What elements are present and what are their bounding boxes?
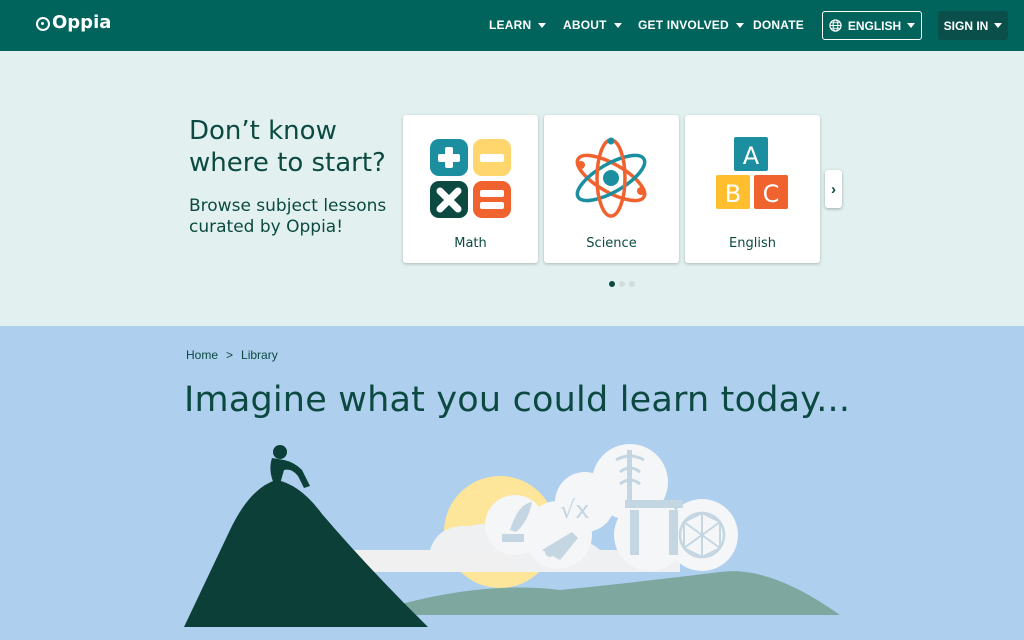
caret-down-icon bbox=[735, 22, 744, 28]
caret-down-icon bbox=[613, 22, 622, 28]
svg-text:A: A bbox=[743, 142, 760, 170]
sign-in-button[interactable]: SIGN IN bbox=[938, 11, 1008, 40]
math-symbols-icon bbox=[430, 139, 511, 218]
logo-text: Oppia bbox=[52, 12, 112, 33]
abc-blocks-icon: A B C bbox=[716, 137, 788, 209]
subject-card-label: Math bbox=[454, 236, 487, 251]
nav-learn-label: LEARN bbox=[489, 18, 532, 32]
svg-text:B: B bbox=[725, 180, 741, 208]
page-title: Imagine what you could learn today... bbox=[184, 380, 851, 420]
subject-card-label: English bbox=[729, 236, 776, 251]
carousel-dots bbox=[609, 281, 635, 287]
svg-text:C: C bbox=[763, 180, 780, 208]
atom-icon bbox=[575, 137, 647, 218]
nav-about-label: ABOUT bbox=[563, 18, 607, 32]
nav-learn[interactable]: LEARN bbox=[489, 18, 547, 32]
subject-card-science[interactable]: Science bbox=[544, 115, 679, 263]
subject-hero: Don’t know where to start? Browse subjec… bbox=[0, 51, 1024, 326]
breadcrumb-home[interactable]: Home bbox=[186, 348, 218, 362]
hero-subtitle: Browse subject lessons curated by Oppia! bbox=[189, 196, 387, 237]
breadcrumb-library: Library bbox=[241, 348, 278, 362]
caret-down-icon bbox=[907, 23, 916, 28]
oppia-logo[interactable]: Oppia bbox=[36, 12, 111, 33]
distant-hills bbox=[380, 571, 840, 615]
nav-get-involved-label: GET INVOLVED bbox=[638, 18, 729, 32]
top-nav: Oppia LEARN ABOUT GET INVOLVED DONATE EN… bbox=[0, 0, 1024, 51]
nav-get-involved[interactable]: GET INVOLVED bbox=[638, 18, 744, 32]
carousel-dot[interactable] bbox=[629, 281, 635, 287]
sign-in-label: SIGN IN bbox=[943, 18, 989, 33]
nav-donate-label: DONATE bbox=[753, 18, 804, 32]
subject-card-english[interactable]: A B C English bbox=[685, 115, 820, 263]
caret-down-icon bbox=[538, 22, 547, 28]
chevron-right-icon: › bbox=[831, 180, 836, 198]
carousel-dot[interactable] bbox=[619, 281, 625, 287]
subject-card-label: Science bbox=[586, 236, 637, 251]
globe-icon bbox=[829, 19, 842, 32]
subject-card-math[interactable]: Math bbox=[403, 115, 538, 263]
svg-text:√x: √x bbox=[560, 496, 590, 524]
thinking-person-illustration bbox=[270, 445, 310, 488]
carousel-dot[interactable] bbox=[609, 281, 615, 287]
carousel-next-button[interactable]: › bbox=[825, 170, 842, 208]
language-selector[interactable]: ENGLISH bbox=[822, 11, 922, 40]
nav-donate[interactable]: DONATE bbox=[753, 18, 804, 32]
library-illustration: √x bbox=[184, 444, 840, 627]
nav-about[interactable]: ABOUT bbox=[563, 18, 622, 32]
caret-down-icon bbox=[994, 23, 1003, 28]
language-label: ENGLISH bbox=[847, 18, 902, 33]
oppia-logo-icon bbox=[36, 16, 50, 31]
breadcrumb: Home > Library bbox=[186, 348, 278, 362]
hero-title: Don’t know where to start? bbox=[189, 116, 386, 178]
breadcrumb-separator: > bbox=[226, 348, 234, 362]
